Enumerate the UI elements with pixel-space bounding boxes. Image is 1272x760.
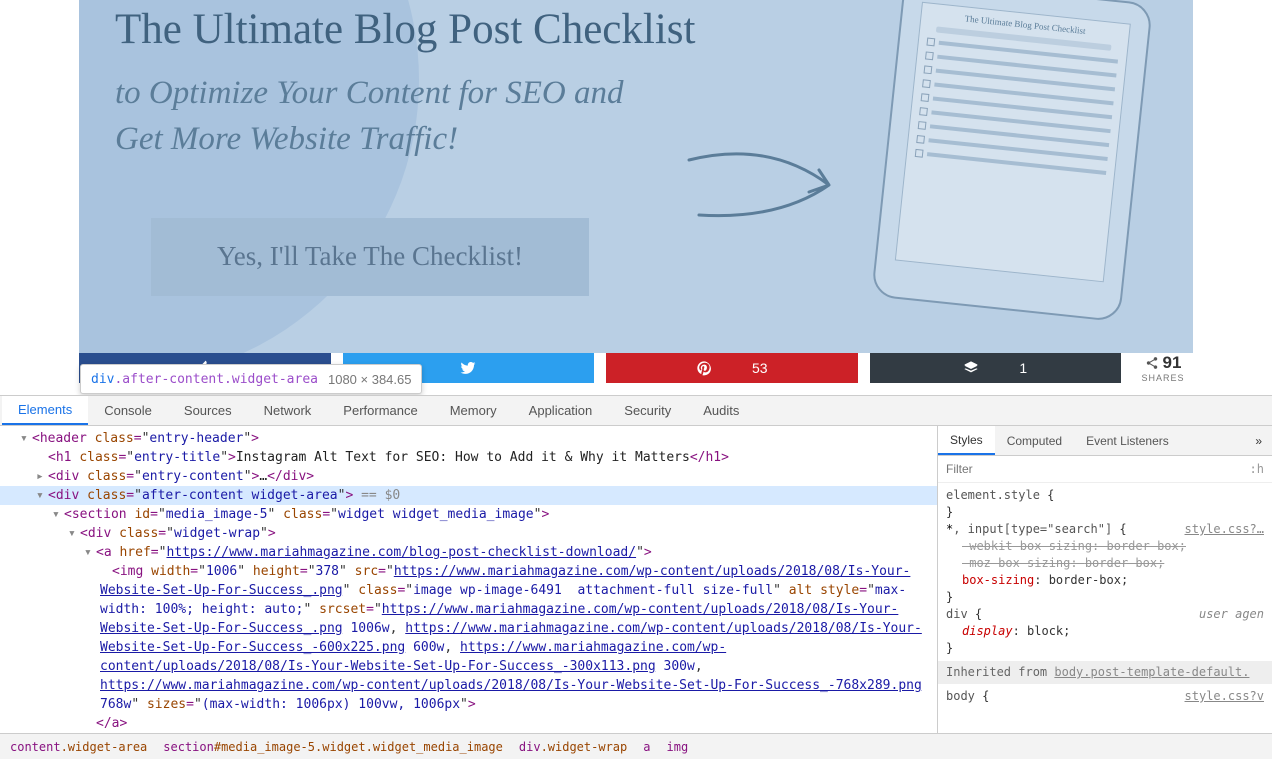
devtools-tabs: ElementsConsoleSourcesNetworkPerformance…	[0, 396, 1272, 426]
breadcrumb-item[interactable]: a	[635, 740, 658, 754]
banner-title: The Ultimate Blog Post Checklist	[115, 4, 775, 56]
more-tabs-button[interactable]: »	[1245, 426, 1272, 455]
banner-subtitle: to Optimize Your Content for SEO and Get…	[115, 70, 775, 162]
sidebar-tab-styles[interactable]: Styles	[938, 426, 995, 455]
tooltip-tag: div	[91, 372, 114, 387]
css-property[interactable]: -webkit-box-sizing: border-box;	[946, 538, 1264, 555]
shares-label: SHARES	[1141, 373, 1184, 383]
pinterest-icon	[696, 360, 712, 376]
dom-node[interactable]: <div class="widget-wrap">	[0, 524, 937, 543]
tab-audits[interactable]: Audits	[687, 396, 755, 425]
cta-button[interactable]: Yes, I'll Take The Checklist!	[151, 218, 589, 296]
breadcrumb-item[interactable]: section#media_image-5.widget.widget_medi…	[155, 740, 511, 754]
sidebar-tabs: StylesComputedEvent Listeners »	[938, 426, 1272, 456]
inherited-from-bar: Inherited from body.post-template-defaul…	[938, 661, 1272, 684]
dom-node[interactable]: <h1 class="entry-title">Instagram Alt Te…	[0, 448, 937, 467]
styles-sidebar: StylesComputedEvent Listeners » :h elemen…	[937, 426, 1272, 733]
devtools-panel: ElementsConsoleSourcesNetworkPerformance…	[0, 395, 1272, 759]
styles-body[interactable]: element.style {}style.css?…*, input[type…	[938, 483, 1272, 733]
tab-network[interactable]: Network	[248, 396, 328, 425]
sidebar-tab-event-listeners[interactable]: Event Listeners	[1074, 426, 1181, 455]
buffer-count: 1	[1019, 360, 1027, 376]
css-property[interactable]: display: block;	[946, 623, 1264, 640]
sidebar-tab-computed[interactable]: Computed	[995, 426, 1074, 455]
dom-node-img[interactable]: <img width="1006" height="378" src="http…	[0, 562, 937, 714]
css-rule[interactable]: style.css?…*, input[type="search"] {	[946, 521, 1264, 538]
dom-node[interactable]: <section id="media_image-5" class="widge…	[0, 505, 937, 524]
tooltip-class: .after-content.widget-area	[114, 372, 318, 387]
tablet-illustration: The Ultimate Blog Post Checklist	[871, 0, 1153, 322]
share-icon	[1145, 356, 1159, 370]
tab-elements[interactable]: Elements	[2, 396, 88, 425]
breadcrumb-item[interactable]: content.widget-area	[2, 740, 155, 754]
breadcrumb-bar[interactable]: content.widget-areasection#media_image-5…	[0, 733, 1272, 759]
pinterest-count: 53	[752, 360, 768, 376]
css-rule[interactable]: element.style {	[946, 487, 1264, 504]
buffer-icon	[963, 360, 979, 376]
tooltip-dimensions: 1080 × 384.65	[328, 372, 412, 387]
filter-hint: :h	[1242, 456, 1272, 482]
tab-memory[interactable]: Memory	[434, 396, 513, 425]
css-rule[interactable]: style.css?vbody {	[946, 688, 1264, 705]
webpage-viewport: The Ultimate Blog Post Checklist to Opti…	[0, 0, 1272, 395]
css-rule[interactable]: user agendiv {	[946, 606, 1264, 623]
dom-node[interactable]: <a href="https://www.mariahmagazine.com/…	[0, 543, 937, 562]
dom-node[interactable]: <div class="after-content widget-area"> …	[0, 486, 937, 505]
elements-tree[interactable]: <header class="entry-header"><h1 class="…	[0, 426, 937, 733]
breadcrumb-item[interactable]: div.widget-wrap	[511, 740, 635, 754]
tab-performance[interactable]: Performance	[327, 396, 433, 425]
arrow-icon	[679, 130, 869, 240]
promo-banner: The Ultimate Blog Post Checklist to Opti…	[79, 0, 1193, 353]
breadcrumb-item[interactable]: img	[659, 740, 697, 754]
shares-number: 91	[1163, 353, 1182, 373]
dom-node[interactable]: </a>	[0, 714, 937, 733]
share-pinterest-button[interactable]: 53	[606, 353, 858, 383]
share-buffer-button[interactable]: 1	[870, 353, 1122, 383]
tab-console[interactable]: Console	[88, 396, 168, 425]
twitter-icon	[460, 360, 476, 376]
filter-row: :h	[938, 456, 1272, 483]
styles-filter-input[interactable]	[938, 456, 1242, 482]
tab-application[interactable]: Application	[513, 396, 609, 425]
css-property[interactable]: box-sizing: border-box;	[946, 572, 1264, 589]
total-shares: 91 SHARES	[1133, 353, 1193, 383]
css-property[interactable]: -moz-box-sizing: border-box;	[946, 555, 1264, 572]
tab-sources[interactable]: Sources	[168, 396, 248, 425]
dom-node[interactable]: <div class="entry-content">…</div>	[0, 467, 937, 486]
tab-security[interactable]: Security	[608, 396, 687, 425]
dom-node[interactable]: <header class="entry-header">	[0, 429, 937, 448]
inspector-tooltip: div.after-content.widget-area 1080 × 384…	[80, 364, 422, 394]
